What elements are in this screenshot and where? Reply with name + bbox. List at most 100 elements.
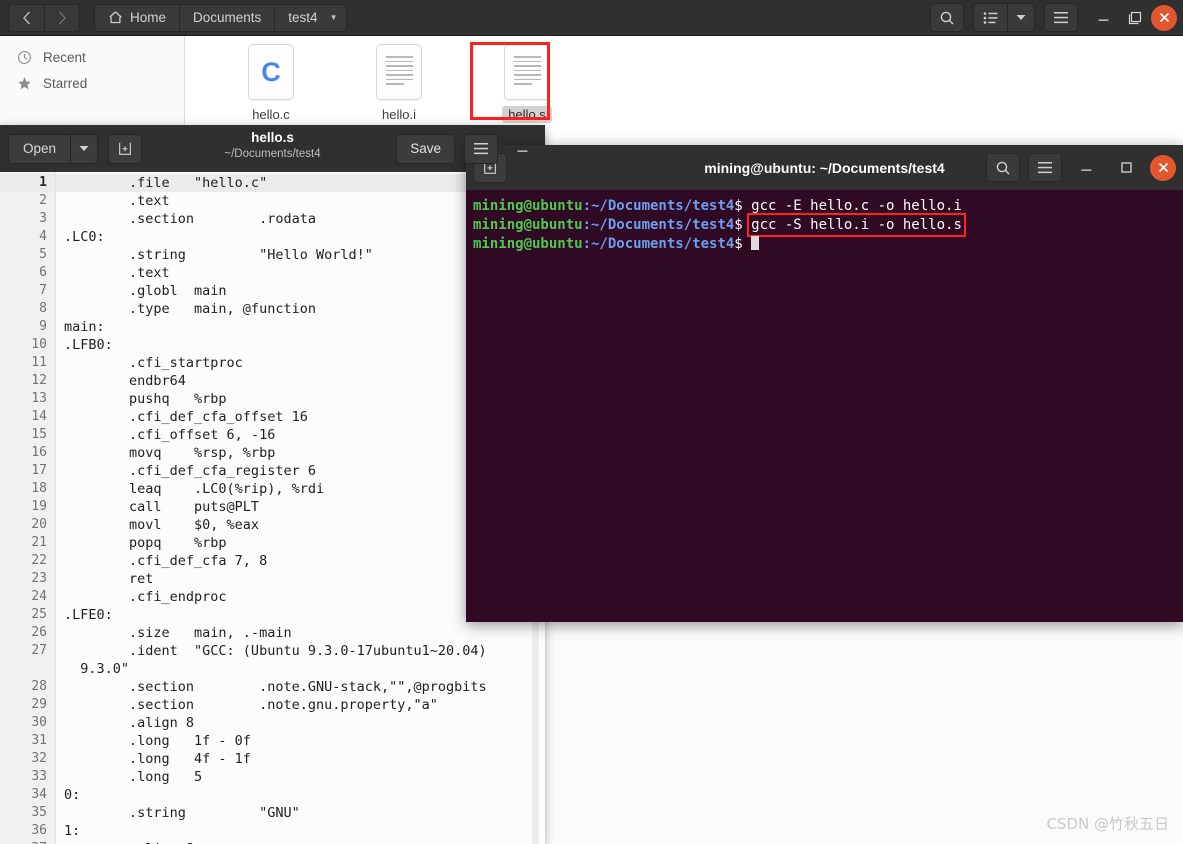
line-number: 32 (31, 751, 47, 766)
line-number: 25 (31, 607, 47, 622)
terminal-command: gcc -E hello.c -o hello.i (751, 198, 962, 214)
terminal-prompt-path: :~/Documents/test4 (582, 198, 735, 214)
back-button[interactable] (8, 3, 44, 32)
line-number: 28 (31, 679, 47, 694)
line-number: 6 (39, 265, 47, 280)
terminal-prompt-sigil: $ (734, 236, 752, 252)
breadcrumb-label-test4: test4 (288, 10, 318, 25)
open-button[interactable]: Open (8, 133, 71, 164)
code-line[interactable]: 9.3.0" (56, 660, 545, 678)
minimize-button[interactable] (1087, 2, 1119, 34)
code-line[interactable]: .long 5 (56, 768, 545, 786)
line-number: 34 (31, 787, 47, 802)
line-number: 13 (31, 391, 47, 406)
terminal-prompt-path: :~/Documents/test4 (582, 217, 735, 233)
line-number: 9 (39, 319, 47, 334)
main-menu-button[interactable] (1044, 3, 1078, 32)
breadcrumb-item-documents[interactable]: Documents (179, 3, 275, 32)
file-manager-headerbar: Home Documents test4 ▼ (0, 0, 1183, 36)
terminal-maximize-button[interactable] (1110, 152, 1142, 184)
star-icon (16, 75, 32, 91)
terminal-close-button[interactable] (1150, 154, 1176, 181)
line-number: 23 (31, 571, 47, 586)
terminal-window: mining@ubuntu: ~/Documents/test4 mining@… (466, 145, 1183, 622)
line-number: 29 (31, 697, 47, 712)
terminal-prompt-user: mining@ubuntu (473, 236, 583, 252)
editor-minimize-button[interactable] (507, 134, 537, 164)
view-options-button[interactable] (1007, 3, 1035, 32)
chevron-left-icon (23, 11, 31, 24)
code-line[interactable]: .align 8 (56, 714, 545, 732)
editor-text-area[interactable]: 1 2 3 4 5 6 7 8 9 10 11 12 13 14 15 16 17 18 19 20 21 22 23 24 2… (0, 172, 545, 844)
desktop-background (545, 622, 1183, 844)
close-button[interactable] (1151, 4, 1177, 31)
breadcrumb-item-home[interactable]: Home (94, 3, 180, 32)
code-line[interactable]: .size main, .-main (56, 624, 545, 642)
breadcrumb-label-documents: Documents (193, 10, 262, 25)
save-button[interactable]: Save (396, 133, 455, 164)
sidebar-item-recent[interactable]: Recent (0, 44, 184, 70)
c-letter-glyph: C (261, 56, 281, 87)
file-manager-toolbar (930, 2, 1177, 34)
file-label-hello-i: hello.i (382, 107, 416, 122)
hamburger-menu-icon (1038, 162, 1052, 174)
code-line[interactable]: .long 4f - 1f (56, 750, 545, 768)
code-line[interactable]: .align 8 (56, 840, 545, 844)
watermark: CSDN @竹秋五日 (1046, 815, 1169, 833)
terminal-output[interactable]: mining@ubuntu:~/Documents/test4$ gcc -E … (466, 190, 1183, 622)
line-number: 14 (31, 409, 47, 424)
line-number: 16 (31, 445, 47, 460)
close-icon (1159, 12, 1169, 23)
code-line[interactable]: 0: (56, 786, 545, 804)
minimize-icon (517, 150, 527, 152)
line-number: 11 (31, 355, 47, 370)
code-line[interactable]: .long 1f - 0f (56, 732, 545, 750)
line-number: 19 (31, 499, 47, 514)
line-number: 5 (39, 247, 47, 262)
text-editor-window: Open hello.s ~/Documents/test4 Save 1 2 … (0, 125, 545, 844)
home-icon (109, 11, 122, 24)
line-number: 18 (31, 481, 47, 496)
view-list-button[interactable] (973, 3, 1007, 32)
file-item-hello-i[interactable]: hello.i (335, 44, 463, 125)
terminal-command: gcc -S hello.i -o hello.s (747, 213, 966, 237)
file-item-hello-c[interactable]: C hello.c (207, 44, 335, 125)
maximize-button[interactable] (1119, 2, 1151, 34)
file-item-hello-s[interactable]: hello.s (463, 44, 591, 125)
code-line[interactable]: .string "GNU" (56, 804, 545, 822)
line-number: 12 (31, 373, 47, 388)
open-button-group: Open (8, 133, 99, 164)
new-document-button[interactable] (108, 133, 143, 164)
editor-headerbar: Open hello.s ~/Documents/test4 Save (0, 125, 545, 172)
line-number: 17 (31, 463, 47, 478)
sidebar-label-recent: Recent (43, 49, 86, 65)
terminal-prompt-sigil: $ (734, 217, 752, 233)
file-label-hello-c: hello.c (252, 107, 290, 122)
code-line[interactable]: 1: (56, 822, 545, 840)
terminal-minimize-button[interactable] (1070, 152, 1102, 184)
line-number: 21 (31, 535, 47, 550)
forward-button[interactable] (44, 3, 80, 32)
file-manager-sidebar: Recent Starred (0, 36, 185, 125)
code-line[interactable]: .ident "GCC: (Ubuntu 9.3.0-17ubuntu1~20.… (56, 642, 545, 660)
text-lines-glyph (385, 56, 413, 88)
code-line[interactable]: .section .note.gnu.property,"a" (56, 696, 545, 714)
terminal-headerbar: mining@ubuntu: ~/Documents/test4 (466, 145, 1183, 190)
terminal-menu-button[interactable] (1028, 153, 1062, 182)
search-button[interactable] (930, 3, 964, 32)
open-recent-dropdown[interactable] (70, 133, 99, 164)
terminal-search-button[interactable] (986, 153, 1020, 182)
file-manager-body: Recent Starred C hello.c hello.i hello.s (0, 36, 1183, 125)
line-number: 20 (31, 517, 47, 532)
code-line[interactable]: .section .note.GNU-stack,"",@progbits (56, 678, 545, 696)
text-file-icon (504, 44, 550, 100)
editor-menu-button[interactable] (464, 133, 498, 164)
text-file-icon (376, 44, 422, 100)
sidebar-item-starred[interactable]: Starred (0, 70, 184, 96)
line-number: 36 (31, 823, 47, 838)
line-number: 7 (39, 283, 47, 298)
line-number: 3 (39, 211, 47, 226)
breadcrumb-item-test4[interactable]: test4 ▼ (274, 3, 347, 32)
terminal-prompt-user: mining@ubuntu (473, 198, 583, 214)
terminal-line: mining@ubuntu:~/Documents/test4$ gcc -E … (473, 197, 1183, 216)
